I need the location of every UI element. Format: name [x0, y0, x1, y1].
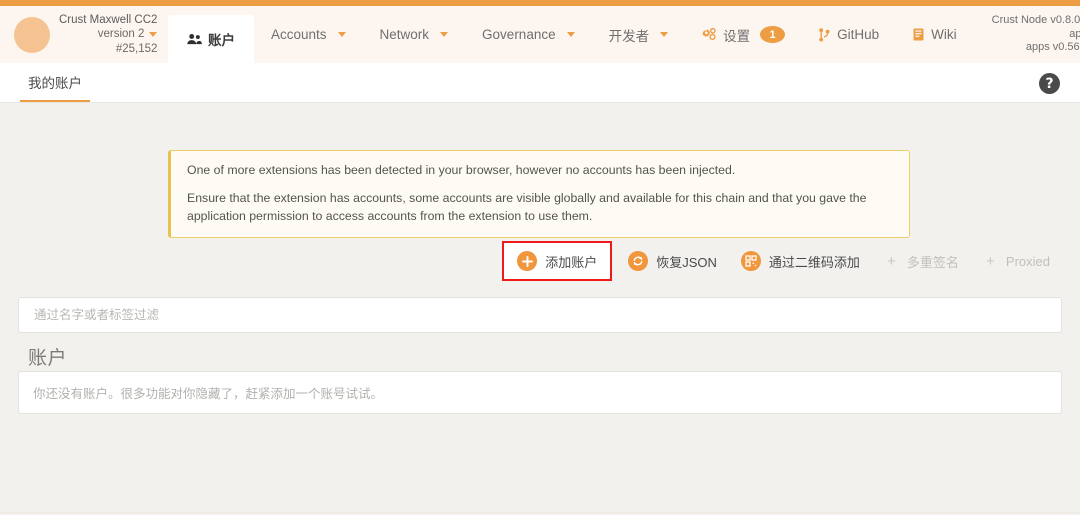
main-menu: 账户 Accounts Network Governance 开发者 设置 1	[168, 6, 802, 63]
nav-item-settings[interactable]: 设置 1	[685, 6, 802, 63]
nav-item-network[interactable]: Network	[363, 6, 466, 63]
multisig-label: 多重签名	[906, 254, 959, 270]
chain-version: version 2	[59, 27, 158, 41]
top-navigation-bar: Crust Maxwell CC2 version 2 #25,152 账户 A…	[0, 6, 1080, 63]
accounts-section-title: 账户	[28, 348, 68, 369]
nav-label: Accounts	[271, 27, 327, 42]
header-right-section: GitHub Wiki Crust Node v0.8.0-f669cbd ap…	[802, 6, 1080, 63]
api-version: api v1.30.1	[1069, 27, 1080, 40]
tab-my-accounts[interactable]: 我的账户	[20, 72, 90, 102]
chevron-down-icon	[660, 32, 669, 37]
code-branch-icon	[819, 27, 830, 42]
nav-item-developer[interactable]: 开发者	[592, 6, 686, 63]
restore-json-button[interactable]: 恢复JSON	[616, 245, 729, 277]
main-content: One of more extensions has been detected…	[0, 103, 1080, 515]
plus-circle-icon	[517, 251, 538, 271]
nav-item-accounts[interactable]: Accounts	[254, 6, 363, 63]
nav-label: Governance	[482, 27, 556, 42]
chevron-down-icon	[149, 31, 158, 37]
filter-input[interactable]	[32, 307, 1048, 323]
chain-selector[interactable]: Crust Maxwell CC2 version 2 #25,152	[0, 6, 168, 63]
github-link[interactable]: GitHub	[802, 27, 896, 42]
chain-logo-icon	[14, 16, 50, 53]
proxied-button: + Proxied	[971, 247, 1062, 276]
wiki-link[interactable]: Wiki	[896, 27, 974, 42]
multisig-button: + 多重签名	[872, 246, 971, 277]
nav-label: 开发者	[608, 28, 650, 44]
add-account-button[interactable]: 添加账户	[502, 241, 613, 281]
gears-icon	[702, 28, 717, 41]
chevron-down-icon	[566, 32, 575, 37]
add-account-label: 添加账户	[545, 254, 598, 270]
github-label: GitHub	[837, 27, 880, 42]
nav-item-governance[interactable]: Governance	[465, 6, 592, 63]
nav-label: Network	[379, 27, 430, 42]
chain-block-number: #25,152	[115, 42, 158, 55]
account-filter-row[interactable]	[18, 297, 1062, 333]
settings-badge-count: 1	[760, 26, 786, 43]
chain-name: Crust Maxwell CC2	[59, 14, 158, 27]
footer-divider	[0, 512, 1080, 513]
sub-tab-bar: 我的账户 ?	[0, 63, 1080, 103]
chain-info: Crust Maxwell CC2 version 2 #25,152	[59, 13, 158, 55]
warning-line-1: One of more extensions has been detected…	[187, 163, 736, 177]
qrcode-icon	[740, 251, 761, 271]
question-mark-icon[interactable]: ?	[1039, 73, 1060, 94]
app-root: Crust Maxwell CC2 version 2 #25,152 账户 A…	[0, 0, 1080, 515]
chevron-down-icon	[337, 32, 346, 37]
warning-line-2: Ensure that the extension has accounts, …	[187, 190, 867, 223]
add-via-qrcode-button[interactable]: 通过二维码添加	[729, 245, 872, 277]
book-icon	[913, 28, 924, 41]
add-via-qrcode-label: 通过二维码添加	[768, 254, 860, 270]
nav-label: 账户	[208, 33, 235, 48]
plus-icon: +	[986, 252, 995, 270]
version-info: Crust Node v0.8.0-f669cbd api v1.30.1 ap…	[974, 14, 1080, 55]
nav-label: 设置	[723, 28, 751, 44]
extension-warning-banner: One of more extensions has been detected…	[168, 150, 910, 239]
wiki-label: Wiki	[931, 27, 957, 42]
accounts-empty-state: 你还没有账户。很多功能对你隐藏了，赶紧添加一个账号试试。	[18, 371, 1062, 414]
proxied-label: Proxied	[1005, 253, 1050, 269]
nav-item-accounts-cn[interactable]: 账户	[168, 15, 254, 63]
account-actions-toolbar: 添加账户 恢复JSON 通过二维码添加 + 多重签名 + Proxied	[502, 241, 1062, 281]
plus-icon: +	[887, 252, 896, 270]
users-icon	[187, 33, 202, 45]
apps-version: apps v0.56.0-beta.0	[1025, 41, 1080, 54]
node-version: Crust Node v0.8.0-f669cbd	[991, 13, 1080, 26]
chevron-down-icon	[440, 32, 449, 37]
restore-json-label: 恢复JSON	[656, 254, 717, 270]
restore-json-icon	[628, 251, 649, 271]
